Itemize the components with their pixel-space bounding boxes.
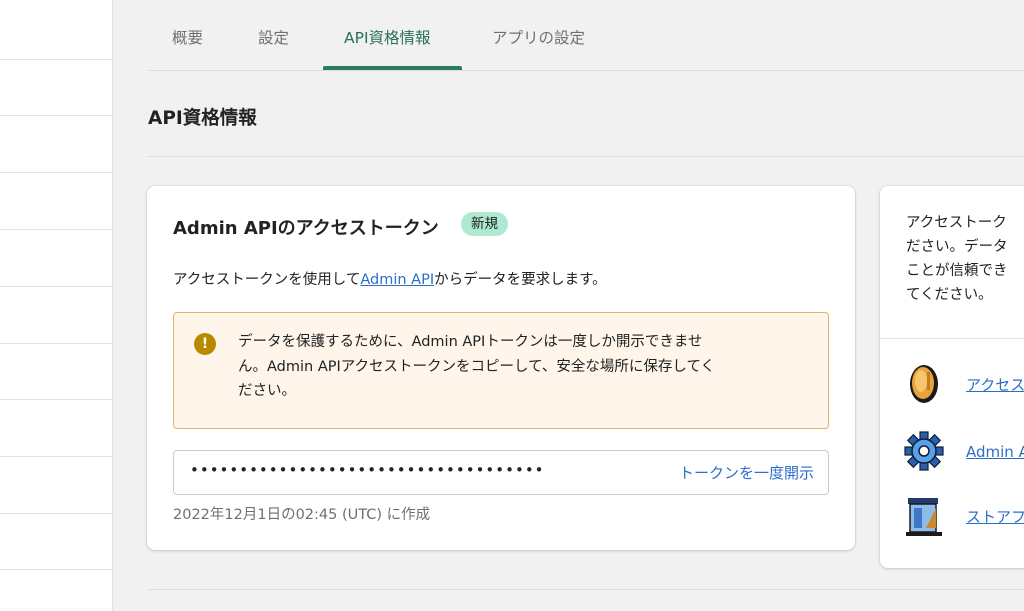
new-badge: 新規 [461, 212, 508, 236]
card-description: アクセストークンを使用してAdmin APIからデータを要求します。 [173, 268, 607, 289]
sidebar-item[interactable] [0, 458, 112, 514]
bottom-divider [148, 589, 1024, 590]
token-field[interactable]: •••••••••••••••••••••••••••••••••••• トーク… [173, 450, 829, 495]
sidebar-item[interactable] [0, 174, 112, 230]
sidebar-item[interactable] [0, 514, 112, 570]
warning-line: ださい。 [238, 383, 296, 399]
sidebar-item[interactable] [0, 288, 112, 344]
warning-icon: ! [194, 333, 216, 355]
description-text-suffix: からデータを要求します。 [434, 272, 607, 288]
description-text: アクセストークンを使用して [173, 272, 361, 288]
admin-api-link[interactable]: Admin API [360, 272, 434, 288]
description-line: アクセストーク [906, 215, 1007, 231]
masked-token: •••••••••••••••••••••••••••••••••••• [190, 461, 545, 479]
warning-line: ん。Admin APIアクセストークンをコピーして、安全な場所に保存してく [238, 358, 716, 375]
tab-settings[interactable]: 設定 [258, 26, 289, 48]
resources-description: アクセストーク ださい。データ ことが信頼でき てください。 [906, 211, 1024, 307]
page-title: API資格情報 [148, 108, 257, 129]
sidebar-item[interactable] [0, 231, 112, 287]
storefront-icon [906, 498, 942, 536]
warning-line: データを保護するために、Admin APIトークンは一度しか開示できませ [238, 334, 703, 350]
coin-icon [910, 365, 938, 403]
warning-text: データを保護するために、Admin APIトークンは一度しか開示できませ ん。A… [238, 330, 813, 404]
card-title: Admin APIのアクセストークン [173, 218, 439, 239]
resource-item[interactable]: アクセス [904, 362, 1024, 406]
created-timestamp: 2022年12月1日の02:45 (UTC) に作成 [173, 507, 431, 523]
resources-divider [880, 338, 1024, 339]
resources-card: アクセストーク ださい。データ ことが信頼でき てください。 アクセス Admi… [880, 186, 1024, 568]
tab-app-settings[interactable]: アプリの設定 [492, 26, 585, 48]
section-divider [148, 156, 1024, 157]
resource-link[interactable]: ストアフ [966, 506, 1024, 527]
left-sidebar [0, 0, 113, 611]
tab-overview[interactable]: 概要 [172, 26, 203, 48]
active-tab-indicator [323, 66, 462, 70]
tab-bar: 概要 設定 API資格情報 アプリの設定 [148, 0, 1024, 71]
reveal-token-button[interactable]: トークンを一度開示 [679, 462, 814, 483]
sidebar-item[interactable] [0, 117, 112, 173]
tab-api-credentials[interactable]: API資格情報 [344, 26, 431, 48]
gear-icon [904, 431, 944, 471]
sidebar-item[interactable] [0, 4, 112, 60]
sidebar-item[interactable] [0, 60, 112, 116]
resource-item[interactable]: ストアフ [904, 494, 1024, 538]
description-line: ださい。データ [906, 239, 1008, 255]
warning-banner: ! データを保護するために、Admin APIトークンは一度しか開示できませ ん… [173, 312, 829, 429]
resource-link[interactable]: アクセス [966, 374, 1024, 395]
resource-item[interactable]: Admin A [904, 431, 1024, 475]
sidebar-item[interactable] [0, 344, 112, 400]
resource-link[interactable]: Admin A [966, 443, 1024, 461]
description-line: てください。 [906, 287, 993, 303]
description-line: ことが信頼でき [906, 263, 1008, 279]
sidebar-item[interactable] [0, 401, 112, 457]
admin-api-token-card: Admin APIのアクセストークン 新規 アクセストークンを使用してAdmin… [147, 186, 855, 550]
